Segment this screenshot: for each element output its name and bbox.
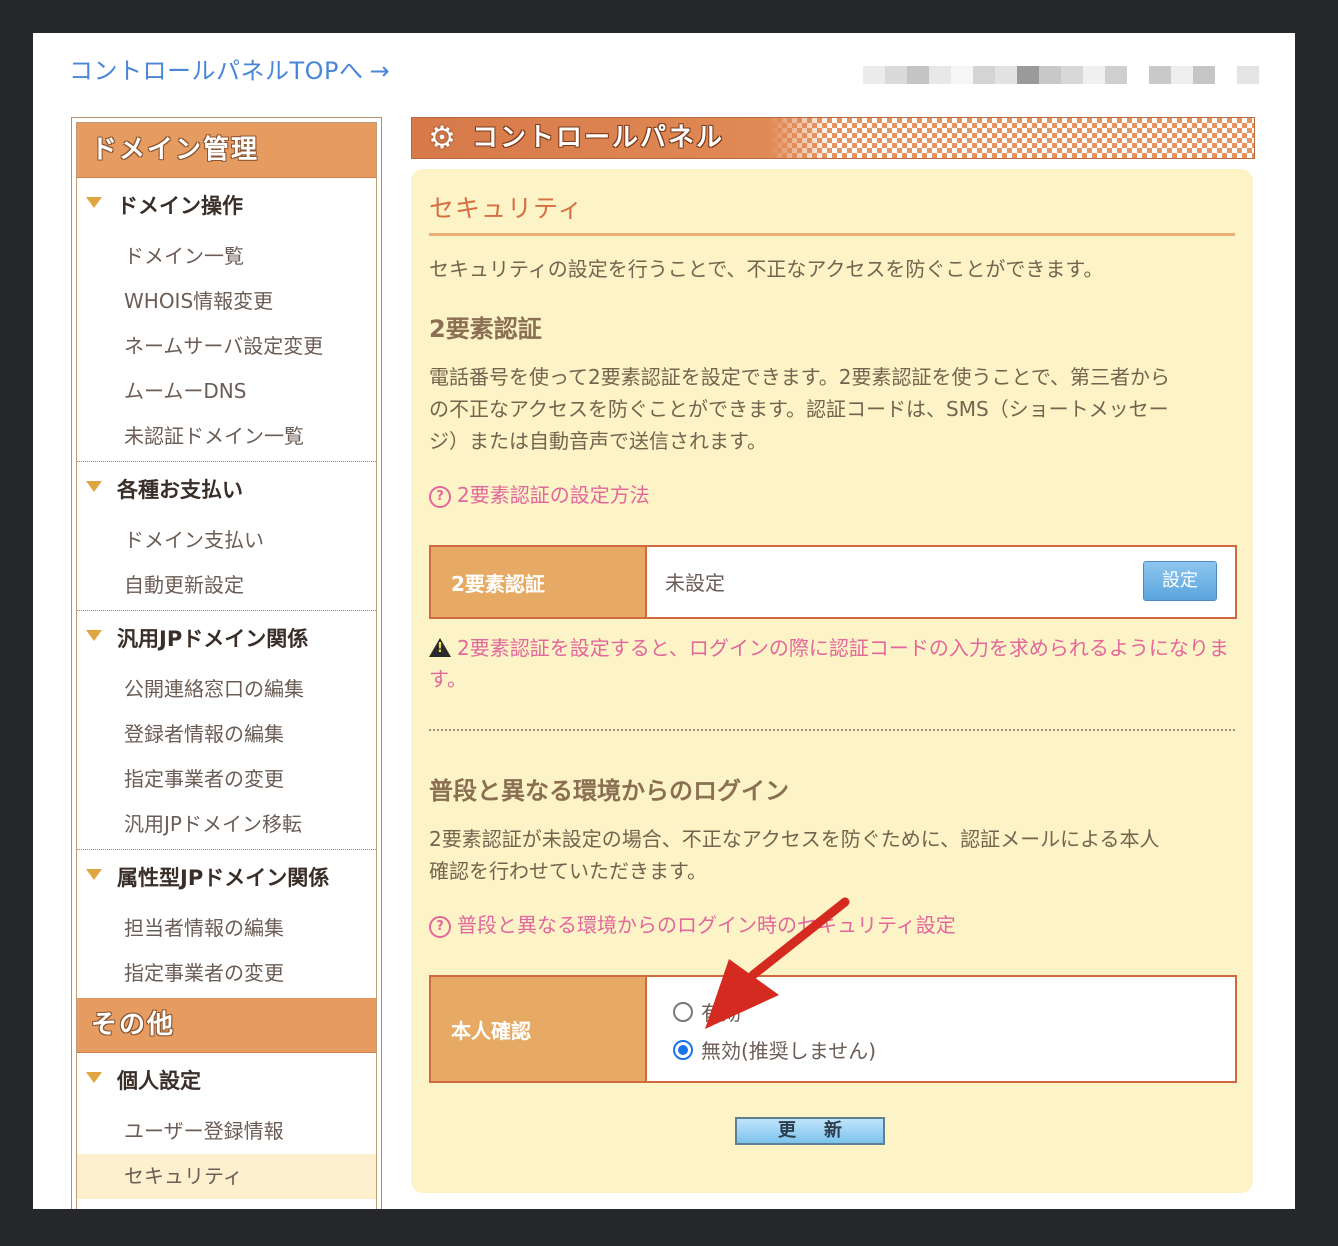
- question-icon: ?: [429, 486, 451, 508]
- sidebar-header-other: その他: [77, 998, 376, 1053]
- radio-option-enabled[interactable]: 有効: [673, 997, 741, 1026]
- identity-check-options: 有効 無効(推奨しません): [647, 977, 1235, 1081]
- sidebar-group-generic-jp: 汎用JPドメイン関係 公開連絡窓口の編集 登録者情報の編集 指定事業者の変更 汎…: [77, 611, 376, 850]
- login-env-help-link[interactable]: ? 普段と異なる環境からのログイン時のセキュリティ設定: [429, 909, 956, 938]
- triangle-down-icon: [86, 630, 102, 641]
- sidebar-group-title: ドメイン操作: [77, 178, 376, 234]
- sidebar-group-title: 属性型JPドメイン関係: [77, 850, 376, 906]
- login-env-description: 2要素認証が未設定の場合、不正なアクセスを防ぐために、認証メールによる本人 確認…: [429, 827, 1160, 883]
- sidebar-group-attribute-jp: 属性型JPドメイン関係 担当者情報の編集 指定事業者の変更: [77, 850, 376, 998]
- page-title: セキュリティ: [429, 194, 584, 223]
- two-factor-warning: 2要素認証を設定すると、ログインの際に認証コードの入力を求められるようになりま …: [429, 633, 1239, 695]
- update-button[interactable]: 更新: [735, 1117, 885, 1145]
- sidebar: ドメイン管理 ドメイン操作 ドメイン一覧 WHOIS情報変更 ネームサーバ設定変…: [71, 117, 382, 1209]
- arrow-right-icon: →: [369, 57, 391, 85]
- sidebar-group-domain-ops: ドメイン操作 ドメイン一覧 WHOIS情報変更 ネームサーバ設定変更 ムームーD…: [77, 178, 376, 462]
- page-frame: コントロールパネルTOPへ → ドメイン管理 ドメイン操作 ドメイン一覧 WHOI…: [33, 33, 1295, 1209]
- two-factor-value-cell: 未設定 設定: [647, 547, 1235, 617]
- two-factor-status: 未設定: [665, 571, 725, 595]
- banner-title: コントロールパネル: [472, 123, 725, 153]
- two-factor-setup-button[interactable]: 設定: [1143, 561, 1217, 601]
- sidebar-item-domain-payment[interactable]: ドメイン支払い: [77, 518, 376, 563]
- blurred-user-info: [863, 66, 1259, 84]
- sidebar-item-unverified-domains[interactable]: 未認証ドメイン一覧: [77, 414, 376, 459]
- sidebar-group-title: 個人設定: [77, 1053, 376, 1109]
- sidebar-header-domain: ドメイン管理: [77, 123, 376, 178]
- sidebar-group-personal: 個人設定 ユーザー登録情報 セキュリティ: [77, 1053, 376, 1201]
- triangle-down-icon: [86, 1072, 102, 1083]
- section-divider: [429, 729, 1235, 731]
- intro-text: セキュリティの設定を行うことで、不正なアクセスを防ぐことができます。: [429, 257, 1104, 281]
- sidebar-item-jp-transfer[interactable]: 汎用JPドメイン移転: [77, 802, 376, 847]
- two-factor-description: 電話番号を使って2要素認証を設定できます。2要素認証を使うことで、第三者から の…: [429, 365, 1171, 453]
- warning-icon: [429, 638, 451, 657]
- radio-option-disabled[interactable]: 無効(推奨しません): [673, 1035, 876, 1064]
- triangle-down-icon: [86, 869, 102, 880]
- gear-icon: ⚙: [428, 120, 456, 156]
- triangle-down-icon: [86, 481, 102, 492]
- radio-enabled[interactable]: [673, 1001, 693, 1022]
- control-panel-top-link[interactable]: コントロールパネルTOPへ →: [69, 51, 390, 86]
- two-factor-label: 2要素認証: [431, 547, 647, 617]
- sidebar-item-auto-renew[interactable]: 自動更新設定: [77, 563, 376, 608]
- sidebar-item-security[interactable]: セキュリティ: [77, 1154, 376, 1199]
- top-link-label: コントロールパネルTOPへ: [69, 57, 364, 85]
- sidebar-item-domain-list[interactable]: ドメイン一覧: [77, 234, 376, 279]
- title-divider: [429, 233, 1235, 236]
- sidebar-item-contact-info[interactable]: 担当者情報の編集: [77, 906, 376, 951]
- control-panel-banner: ⚙ コントロールパネル: [411, 117, 1255, 159]
- sidebar-group-title: 各種お支払い: [77, 462, 376, 518]
- login-env-heading: 普段と異なる環境からのログイン: [429, 777, 789, 805]
- sidebar-item-muumuu-dns[interactable]: ムームーDNS: [77, 369, 376, 414]
- sidebar-item-public-contact[interactable]: 公開連絡窓口の編集: [77, 667, 376, 712]
- triangle-down-icon: [86, 197, 102, 208]
- sidebar-item-user-info[interactable]: ユーザー登録情報: [77, 1109, 376, 1154]
- two-factor-setting-table: 2要素認証 未設定 設定: [429, 545, 1237, 619]
- two-factor-help-link[interactable]: ? 2要素認証の設定方法: [429, 479, 650, 508]
- question-icon: ?: [429, 916, 451, 938]
- radio-disabled[interactable]: [673, 1039, 693, 1060]
- sidebar-item-whois[interactable]: WHOIS情報変更: [77, 279, 376, 324]
- sidebar-group-title: 汎用JPドメイン関係: [77, 611, 376, 667]
- sidebar-item-nameserver[interactable]: ネームサーバ設定変更: [77, 324, 376, 369]
- identity-check-table: 本人確認 有効 無効(推奨しません): [429, 975, 1237, 1083]
- sidebar-group-payments: 各種お支払い ドメイン支払い 自動更新設定: [77, 462, 376, 611]
- sidebar-menu: ドメイン管理 ドメイン操作 ドメイン一覧 WHOIS情報変更 ネームサーバ設定変…: [76, 122, 377, 1209]
- sidebar-item-change-registrar[interactable]: 指定事業者の変更: [77, 757, 376, 802]
- sidebar-item-registrant-info[interactable]: 登録者情報の編集: [77, 712, 376, 757]
- sidebar-item-change-registrar-attr[interactable]: 指定事業者の変更: [77, 951, 376, 996]
- identity-check-label: 本人確認: [431, 977, 647, 1081]
- two-factor-heading: 2要素認証: [429, 315, 542, 343]
- security-panel: セキュリティ セキュリティの設定を行うことで、不正なアクセスを防ぐことができます…: [411, 169, 1253, 1193]
